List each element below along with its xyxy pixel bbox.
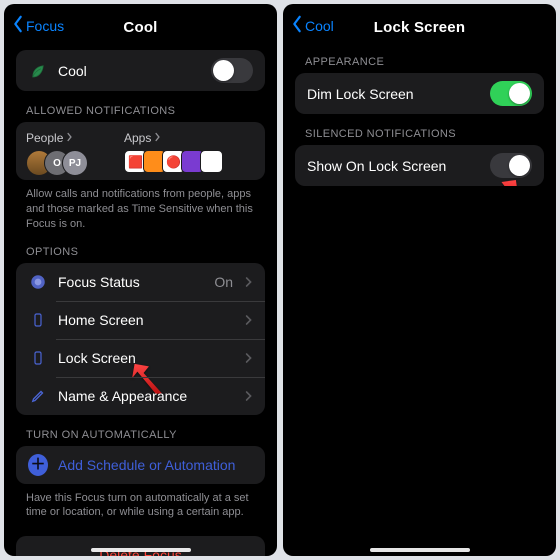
auto-footer: Have this Focus turn on automatically at… bbox=[16, 484, 265, 521]
home-indicator[interactable] bbox=[91, 548, 191, 552]
dim-lock-screen-row[interactable]: Dim Lock Screen bbox=[295, 73, 544, 114]
home-screen-icon bbox=[28, 310, 48, 330]
navbar: Focus Cool bbox=[4, 4, 277, 42]
silenced-card: Show On Lock Screen bbox=[295, 145, 544, 186]
auto-header: TURN ON AUTOMATICALLY bbox=[16, 415, 265, 446]
option-focus-status[interactable]: Focus Status On bbox=[16, 263, 265, 301]
options-header: OPTIONS bbox=[16, 232, 265, 263]
option-home-screen[interactable]: Home Screen bbox=[16, 301, 265, 339]
people-avatars: O PJ bbox=[26, 150, 88, 176]
plus-circle-icon: ＋ bbox=[28, 455, 48, 475]
pencil-icon bbox=[28, 386, 48, 406]
lock-screen-icon bbox=[28, 348, 48, 368]
page-title: Cool bbox=[123, 19, 157, 36]
delete-card: Delete Focus bbox=[16, 536, 265, 556]
page-title: Lock Screen bbox=[374, 19, 465, 36]
chevron-right-icon bbox=[66, 131, 73, 145]
add-schedule-row[interactable]: ＋ Add Schedule or Automation bbox=[16, 446, 265, 484]
back-label: Focus bbox=[26, 18, 64, 34]
apps-label: Apps bbox=[124, 131, 151, 145]
scroll-content[interactable]: Cool ALLOWED NOTIFICATIONS People O PJ A… bbox=[4, 42, 277, 556]
app-icons: 🟥 🔴 ✴︎ bbox=[124, 150, 223, 173]
options-card: Focus Status On Home Screen Lock Screen … bbox=[16, 263, 265, 415]
dim-toggle[interactable] bbox=[490, 81, 532, 106]
appearance-header: APPEARANCE bbox=[295, 42, 544, 73]
allowed-footer: Allow calls and notifications from peopl… bbox=[16, 180, 265, 232]
allowed-header: ALLOWED NOTIFICATIONS bbox=[16, 91, 265, 122]
focus-toggle-card: Cool bbox=[16, 50, 265, 91]
chat-bubble-icon bbox=[28, 272, 48, 292]
appearance-card: Dim Lock Screen bbox=[295, 73, 544, 114]
focus-toggle-row[interactable]: Cool bbox=[16, 50, 265, 91]
screenshot-focus-detail: Focus Cool Cool ALLOWED NOTIFICATIONS Pe… bbox=[4, 4, 277, 556]
scroll-content[interactable]: APPEARANCE Dim Lock Screen SILENCED NOTI… bbox=[283, 42, 556, 556]
chevron-right-icon bbox=[245, 314, 253, 326]
focus-status-value: On bbox=[214, 274, 233, 290]
silenced-header: SILENCED NOTIFICATIONS bbox=[295, 114, 544, 145]
focus-toggle[interactable] bbox=[211, 58, 253, 83]
focus-name: Cool bbox=[58, 63, 201, 79]
show-on-lock-screen-row[interactable]: Show On Lock Screen bbox=[295, 145, 544, 186]
option-name-appearance[interactable]: Name & Appearance bbox=[16, 377, 265, 415]
chevron-right-icon bbox=[245, 276, 253, 288]
chevron-right-icon bbox=[245, 390, 253, 402]
option-lock-screen[interactable]: Lock Screen bbox=[16, 339, 265, 377]
chevron-left-icon bbox=[12, 15, 24, 36]
people-label: People bbox=[26, 131, 63, 145]
auto-card: ＋ Add Schedule or Automation bbox=[16, 446, 265, 484]
allowed-card[interactable]: People O PJ Apps 🟥 🔴 ✴︎ bbox=[16, 122, 265, 180]
chevron-right-icon bbox=[245, 352, 253, 364]
delete-focus-row[interactable]: Delete Focus bbox=[16, 536, 265, 556]
allowed-people[interactable]: People O PJ bbox=[26, 131, 88, 176]
chevron-left-icon bbox=[291, 15, 303, 36]
back-button[interactable]: Cool bbox=[291, 15, 334, 36]
home-indicator[interactable] bbox=[370, 548, 470, 552]
allowed-apps[interactable]: Apps 🟥 🔴 ✴︎ bbox=[124, 131, 223, 176]
leaf-icon bbox=[28, 61, 48, 81]
screenshot-lock-screen-settings: Cool Lock Screen APPEARANCE Dim Lock Scr… bbox=[283, 4, 556, 556]
back-label: Cool bbox=[305, 18, 334, 34]
navbar: Cool Lock Screen bbox=[283, 4, 556, 42]
back-button[interactable]: Focus bbox=[12, 15, 64, 36]
chevron-right-icon bbox=[154, 131, 161, 145]
show-toggle[interactable] bbox=[490, 153, 532, 178]
